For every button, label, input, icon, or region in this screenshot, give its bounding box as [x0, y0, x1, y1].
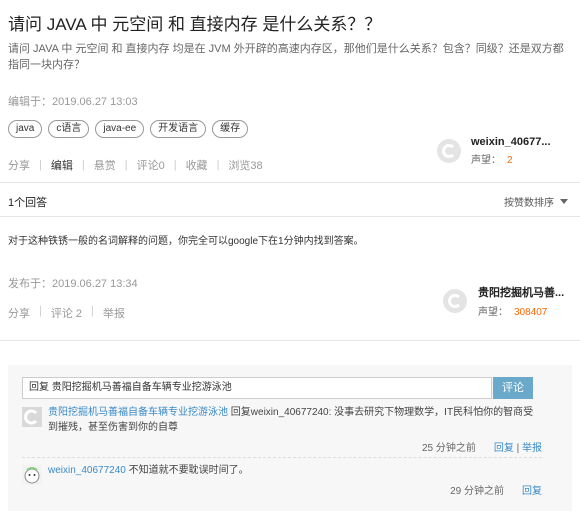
- divider: |: [124, 159, 128, 171]
- comment-link[interactable]: 评论0: [137, 157, 165, 173]
- question-description: 请问 JAVA 中 元空间 和 直接内存 均是在 JVM 外开辟的高速内存区，那…: [8, 43, 564, 71]
- comment-panel: 回复 贵阳挖掘机马善福自备车辆专业挖游泳池 评论 贵阳挖掘机马善福自备车辆专业挖…: [8, 365, 572, 511]
- divider: |: [91, 305, 94, 317]
- divider: [0, 216, 580, 217]
- answers-count: 1个回答: [8, 197, 48, 209]
- tag-cache[interactable]: 缓存: [212, 120, 249, 138]
- author-reputation: 声望： 2: [471, 151, 551, 166]
- divider: |: [39, 305, 42, 317]
- edit-link[interactable]: 编辑: [51, 157, 73, 173]
- rep-value: 2: [507, 155, 513, 166]
- caret-down-icon: [560, 199, 568, 204]
- divider: |: [81, 159, 85, 171]
- divider: |: [173, 159, 177, 171]
- author-name[interactable]: weixin_40677...: [471, 136, 551, 148]
- report-link[interactable]: 举报: [522, 443, 542, 454]
- avatar-icon: [22, 465, 42, 485]
- author-reputation: 声望： 308407: [478, 303, 564, 318]
- answer-author[interactable]: 贵阳挖掘机马善... 声望： 308407: [443, 284, 564, 318]
- c-logo-icon: [443, 289, 467, 313]
- sort-dropdown[interactable]: 按赞数排序: [504, 194, 568, 209]
- author-name[interactable]: 贵阳挖掘机马善...: [478, 284, 564, 300]
- tag-java-ee[interactable]: java-ee: [95, 120, 145, 138]
- share-link[interactable]: 分享: [8, 157, 30, 173]
- sort-label: 按赞数排序: [504, 198, 554, 209]
- comment-submit-button[interactable]: 评论: [493, 377, 533, 399]
- rep-label: 声望：: [471, 155, 501, 166]
- post-time: 发布于：2019.06.27 13:34: [8, 278, 138, 290]
- comment-user[interactable]: 贵阳挖掘机马善福自备车辆专业挖游泳池: [48, 407, 228, 418]
- comment-link[interactable]: 评论 2: [51, 305, 82, 321]
- favorite-link[interactable]: 收藏: [186, 157, 208, 173]
- question-author[interactable]: weixin_40677... 声望： 2: [437, 136, 551, 166]
- reply-link[interactable]: 回复: [522, 486, 542, 497]
- share-link[interactable]: 分享: [8, 305, 30, 321]
- comment-input[interactable]: 回复 贵阳挖掘机马善福自备车辆专业挖游泳池: [22, 377, 492, 399]
- tag-list: java c语言 java-ee 开发语言 缓存: [8, 120, 249, 138]
- answer-text: 对于这种铁锈一般的名词解释的问题，你完全可以google下在1分钟内找到答案。: [8, 236, 364, 247]
- c-logo-icon: [22, 407, 42, 427]
- tag-java[interactable]: java: [8, 120, 43, 138]
- rep-value: 308407: [514, 307, 548, 318]
- rep-label: 声望：: [478, 307, 508, 318]
- bounty-link[interactable]: 悬赏: [94, 157, 116, 173]
- question-actions: 分享 | 编辑 | 悬赏 | 评论0 | 收藏 | 浏览38: [8, 157, 263, 173]
- comment-user[interactable]: weixin_40677240: [48, 465, 126, 476]
- comment-time: 29 分钟之前: [450, 486, 504, 497]
- report-link[interactable]: 举报: [103, 305, 125, 321]
- comment-item: 贵阳挖掘机马善福自备车辆专业挖游泳池 回复weixin_40677240: 没事…: [22, 405, 542, 456]
- divider: [0, 182, 580, 183]
- tag-dev-lang[interactable]: 开发语言: [150, 120, 207, 138]
- question-title: 请问 JAVA 中 元空间 和 直接内存 是什么关系？？: [8, 15, 382, 34]
- tag-c[interactable]: c语言: [48, 120, 90, 138]
- comment-meta: 25 分钟之前 回复 | 举报: [421, 443, 542, 454]
- view-count: 浏览38: [228, 160, 263, 172]
- edit-time: 编辑于：2019.06.27 13:03: [8, 96, 138, 108]
- comment-item: weixin_40677240 不知道就不要耽误时间了。 29 分钟之前 回复: [22, 463, 542, 499]
- c-logo-icon: [437, 139, 461, 163]
- divider: [0, 340, 580, 341]
- divider: [22, 457, 542, 458]
- reply-link[interactable]: 回复: [494, 443, 514, 454]
- comment-time: 25 分钟之前: [421, 443, 476, 454]
- answer-actions: 分享 | 评论 2 | 举报: [8, 305, 125, 321]
- divider: |: [216, 159, 220, 171]
- comment-meta: 29 分钟之前 回复: [22, 484, 542, 499]
- comment-text: 不知道就不要耽误时间了。: [128, 465, 249, 476]
- divider: |: [39, 159, 42, 171]
